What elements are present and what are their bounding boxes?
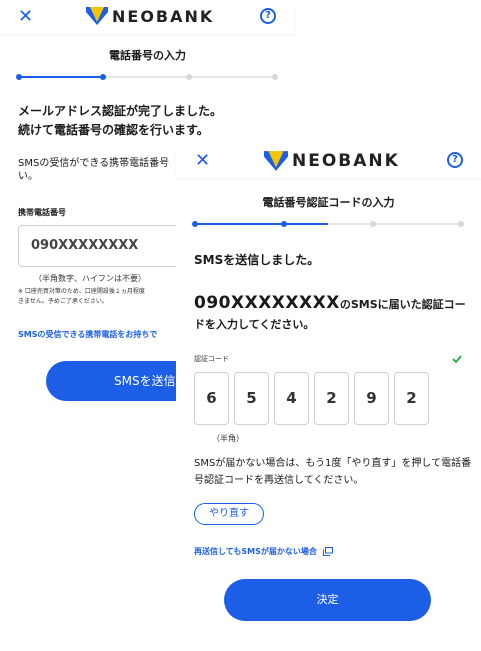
code-label: 認証コード (194, 355, 229, 363)
progress-dot (370, 221, 376, 227)
code-digit-input[interactable]: 4 (274, 372, 309, 425)
neobank-logo: NEOBANK (86, 5, 214, 27)
code-digit-input[interactable]: 5 (234, 372, 269, 425)
progress-dot (192, 221, 198, 227)
code-input-group: 6 5 4 2 9 2 (194, 372, 429, 425)
progress-fill (18, 76, 104, 78)
message-line: 続けて電話番号の確認を行います。 (18, 123, 209, 137)
verification-code-screen: ✕ NEOBANK ? 電話番号認証コードの入力 SMSを送信しました。 090… (176, 144, 481, 651)
sms-sent-message: SMSを送信しました。 (194, 253, 320, 267)
halfwidth-note: （半角） (212, 434, 244, 443)
external-window-icon (322, 547, 333, 556)
progress-dot (100, 74, 106, 80)
code-digit-input[interactable]: 6 (194, 372, 229, 425)
page-title: 電話番号の入力 (109, 49, 186, 62)
progress-dot (16, 74, 22, 80)
message-line: メールアドレス認証が完了しました。 (18, 104, 223, 118)
step-progress (16, 74, 278, 80)
progress-dot (281, 221, 287, 227)
phone-number: 090XXXXXXXX (194, 293, 340, 313)
progress-dot (458, 221, 464, 227)
neobank-logo: NEOBANK (264, 149, 400, 173)
progress-fill (194, 223, 328, 225)
decide-button[interactable]: 決定 (224, 579, 431, 621)
logo-text: NEOBANK (112, 6, 215, 26)
step-progress (192, 221, 464, 227)
code-digit-input[interactable]: 2 (314, 372, 349, 425)
code-instruction: 090XXXXXXXXのSMSに届いた認証コードを入力してください。 (194, 293, 476, 335)
help-icon[interactable]: ? (447, 152, 463, 168)
check-icon (452, 355, 462, 363)
page-title: 電話番号認証コードの入力 (262, 196, 395, 209)
code-digit-input[interactable]: 2 (394, 372, 429, 425)
header: ✕ NEOBANK ? (176, 144, 481, 178)
no-sms-phone-link[interactable]: SMSの受信できる携帯電話をお持ちで (18, 329, 157, 340)
logo-mark-icon (86, 7, 108, 25)
link-label: 再送信してもSMSが届かない場合 (194, 547, 317, 556)
sms-not-received-link[interactable]: 再送信してもSMSが届かない場合 (194, 546, 333, 557)
logo-text: NEOBANK (292, 151, 400, 171)
completion-message: メールアドレス認証が完了しました。 続けて電話番号の確認を行います。 (18, 102, 288, 140)
close-icon[interactable]: ✕ (18, 6, 33, 27)
retry-button[interactable]: やり直す (194, 503, 264, 525)
phone-hint: （半角数字、ハイフンは不要） (34, 274, 146, 283)
phone-label: 携帯電話番号 (18, 208, 66, 217)
code-digit-input[interactable]: 9 (354, 372, 389, 425)
logo-mark-icon (264, 151, 288, 171)
resend-description: SMSが届かない場合は、もう1度「やり直す」を押して電話番号認証コードを再送信し… (194, 458, 472, 486)
close-icon[interactable]: ✕ (195, 150, 210, 171)
help-icon[interactable]: ? (260, 8, 276, 24)
progress-dot (272, 74, 278, 80)
progress-dot (186, 74, 192, 80)
header: ✕ NEOBANK ? (0, 0, 295, 34)
